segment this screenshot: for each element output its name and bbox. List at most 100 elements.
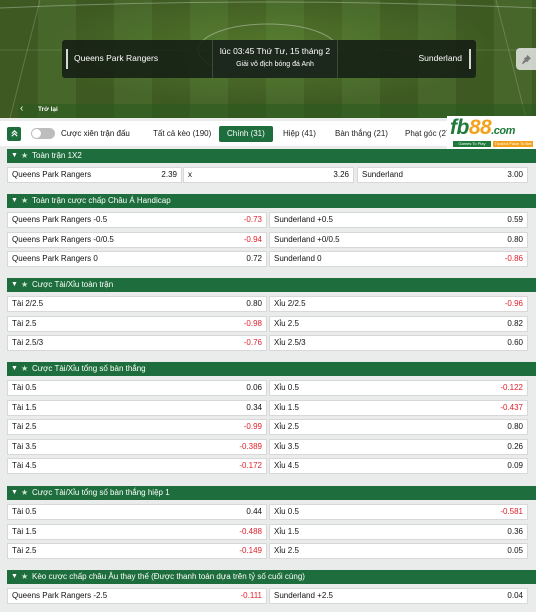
selection-label: Xỉu 1.5 (274, 403, 299, 412)
market-asian-handicap-header[interactable]: ▼ ★ Toàn trận cược chấp Châu Á Handicap (7, 194, 536, 208)
section-title: Cược Tài/Xỉu tổng số bàn thắng hiệp 1 (32, 488, 170, 497)
star-icon[interactable]: ★ (21, 149, 28, 163)
odds-value: -0.76 (243, 338, 262, 347)
selection-label: Xỉu 2.5 (274, 546, 299, 555)
odds-cell[interactable]: Tài 1.5 0.34 (7, 400, 267, 416)
odds-cell[interactable]: Tài 1.5 -0.488 (7, 524, 267, 540)
odds-value: 0.26 (507, 442, 523, 451)
odds-value: -0.488 (239, 527, 262, 536)
odds-cell[interactable]: Sunderland 0 -0.86 (269, 251, 528, 267)
odds-cell[interactable]: Sunderland +0.5 0.59 (269, 212, 528, 228)
market-1x2-header[interactable]: ▼ ★ Toàn trận 1X2 (7, 149, 536, 163)
tab-corners[interactable]: Phạt góc (27 (405, 126, 450, 142)
selection-label: Tài 3.5 (12, 442, 37, 451)
odds-cell[interactable]: Tài 0.5 0.44 (7, 504, 267, 520)
selection-label: Xỉu 4.5 (274, 461, 299, 470)
odds-cell[interactable]: Xỉu 2/2.5 -0.96 (269, 296, 528, 312)
star-icon[interactable]: ★ (21, 362, 28, 376)
market-over-under-header[interactable]: ▼ ★ Cược Tài/Xỉu toàn trận (7, 278, 536, 292)
odds-cell[interactable]: Xỉu 3.5 0.26 (269, 439, 528, 455)
league-name: Giải vô địch bóng đá Anh (236, 61, 314, 68)
logo-tagline-left: Games To Play (453, 141, 491, 147)
back-link[interactable]: Trở lại (38, 106, 58, 113)
odds-cell[interactable]: Tài 2.5 -0.149 (7, 543, 267, 559)
selection-label: Tài 1.5 (12, 403, 37, 412)
odds-cell[interactable]: Tài 2/2.5 0.80 (7, 296, 267, 312)
odds-cell[interactable]: Queens Park Rangers -0.5 -0.73 (7, 212, 267, 228)
odds-cell[interactable]: Queens Park Rangers -2.5 -0.111 (7, 588, 267, 604)
chevron-left-icon[interactable]: ‹ (20, 103, 23, 114)
odds-cell[interactable]: Xỉu 1.5 -0.437 (269, 400, 528, 416)
tab-all[interactable]: Tất cả kèo (190) (153, 126, 211, 142)
collapse-all-button[interactable] (7, 127, 21, 141)
odds-cell[interactable]: Tài 2.5 -0.98 (7, 316, 267, 332)
odds-cell[interactable]: Tài 2.5 -0.99 (7, 419, 267, 435)
odds-value: -0.99 (243, 422, 262, 431)
tab-goals[interactable]: Bàn thắng (21) (335, 126, 388, 142)
section-title: Cược Tài/Xỉu toàn trận (32, 280, 114, 289)
chevron-down-icon[interactable]: ▼ (11, 362, 18, 376)
odds-value: 0.05 (507, 546, 523, 555)
selection-label: Xỉu 0.5 (274, 383, 299, 392)
odds-cell[interactable]: Xỉu 0.5 -0.122 (269, 380, 528, 396)
odds-cell[interactable]: Queens Park Rangers -0/0.5 -0.94 (7, 232, 267, 248)
divider (66, 49, 68, 69)
odds-value: -0.149 (239, 546, 262, 555)
odds-cell[interactable]: Xỉu 2.5 0.80 (269, 419, 528, 435)
chevron-down-icon[interactable]: ▼ (11, 570, 18, 584)
odds-cell[interactable]: Xỉu 2.5 0.82 (269, 316, 528, 332)
odds-value: -0.172 (239, 461, 262, 470)
odds-value: -0.389 (239, 442, 262, 451)
collapse-all-icon (10, 129, 18, 137)
selection-label: Tài 0.5 (12, 383, 37, 392)
odds-cell[interactable]: Xỉu 1.5 0.36 (269, 524, 528, 540)
chevron-down-icon[interactable]: ▼ (11, 194, 18, 208)
selection-label: Sunderland +2.5 (274, 591, 333, 600)
odds-cell[interactable]: Tài 4.5 -0.172 (7, 458, 267, 474)
odds-value: 0.09 (507, 461, 523, 470)
odds-value: 0.80 (246, 299, 262, 308)
odds-cell[interactable]: Queens Park Rangers 0 0.72 (7, 251, 267, 267)
market-total-goals-header[interactable]: ▼ ★ Cược Tài/Xỉu tổng số bàn thắng (7, 362, 536, 376)
section-title: Toàn trận 1X2 (32, 151, 82, 160)
odds-cell[interactable]: Sunderland +2.5 0.04 (269, 588, 528, 604)
chevron-down-icon[interactable]: ▼ (11, 149, 18, 163)
odds-cell[interactable]: Xỉu 2.5/3 0.60 (269, 335, 528, 351)
odds-cell[interactable]: Tài 3.5 -0.389 (7, 439, 267, 455)
selection-label: Tài 2.5 (12, 546, 37, 555)
match-time: lúc 03:45 Thứ Tư, 15 tháng 2 (219, 46, 331, 56)
odds-value: 0.59 (507, 215, 523, 224)
parlay-toggle[interactable] (31, 128, 55, 139)
pin-button[interactable] (516, 48, 536, 70)
star-icon[interactable]: ★ (21, 194, 28, 208)
star-icon[interactable]: ★ (21, 570, 28, 584)
chevron-down-icon[interactable]: ▼ (11, 278, 18, 292)
odds-cell[interactable]: Queens Park Rangers 2.39 (7, 167, 182, 183)
star-icon[interactable]: ★ (21, 486, 28, 500)
odds-cell[interactable]: Xỉu 0.5 -0.581 (269, 504, 528, 520)
tab-half[interactable]: Hiệp (41) (283, 126, 316, 142)
selection-label: Queens Park Rangers -2.5 (12, 591, 108, 600)
odds-cell[interactable]: Tài 2.5/3 -0.76 (7, 335, 267, 351)
market-first-half-goals-header[interactable]: ▼ ★ Cược Tài/Xỉu tổng số bàn thắng hiệp 1 (7, 486, 536, 500)
odds-cell[interactable]: Xỉu 4.5 0.09 (269, 458, 528, 474)
section-title: Kèo cược chấp châu Âu thay thế (Được tha… (32, 572, 305, 581)
section-title: Toàn trận cược chấp Châu Á Handicap (32, 196, 171, 205)
match-header: Queens Park Rangers lúc 03:45 Thứ Tư, 15… (62, 40, 476, 78)
match-hero: Queens Park Rangers lúc 03:45 Thứ Tư, 15… (0, 0, 536, 118)
selection-label: Tài 2.5 (12, 422, 37, 431)
market-alt-handicap-header[interactable]: ▼ ★ Kèo cược chấp châu Âu thay thế (Được t… (7, 570, 536, 584)
chevron-down-icon[interactable]: ▼ (11, 486, 18, 500)
odds-cell[interactable]: Tài 0.5 0.06 (7, 380, 267, 396)
selection-label: Queens Park Rangers (12, 170, 92, 179)
odds-value: 0.80 (507, 235, 523, 244)
odds-value: 3.26 (333, 170, 349, 179)
odds-value: 0.80 (507, 422, 523, 431)
parlay-toggle-label: Cược xiên trận đấu (61, 129, 130, 138)
odds-cell[interactable]: Xỉu 2.5 0.05 (269, 543, 528, 559)
tab-main[interactable]: Chính (31) (219, 126, 273, 142)
odds-cell[interactable]: x 3.26 (183, 167, 354, 183)
odds-cell[interactable]: Sunderland 3.00 (357, 167, 528, 183)
odds-cell[interactable]: Sunderland +0/0.5 0.80 (269, 232, 528, 248)
star-icon[interactable]: ★ (21, 278, 28, 292)
